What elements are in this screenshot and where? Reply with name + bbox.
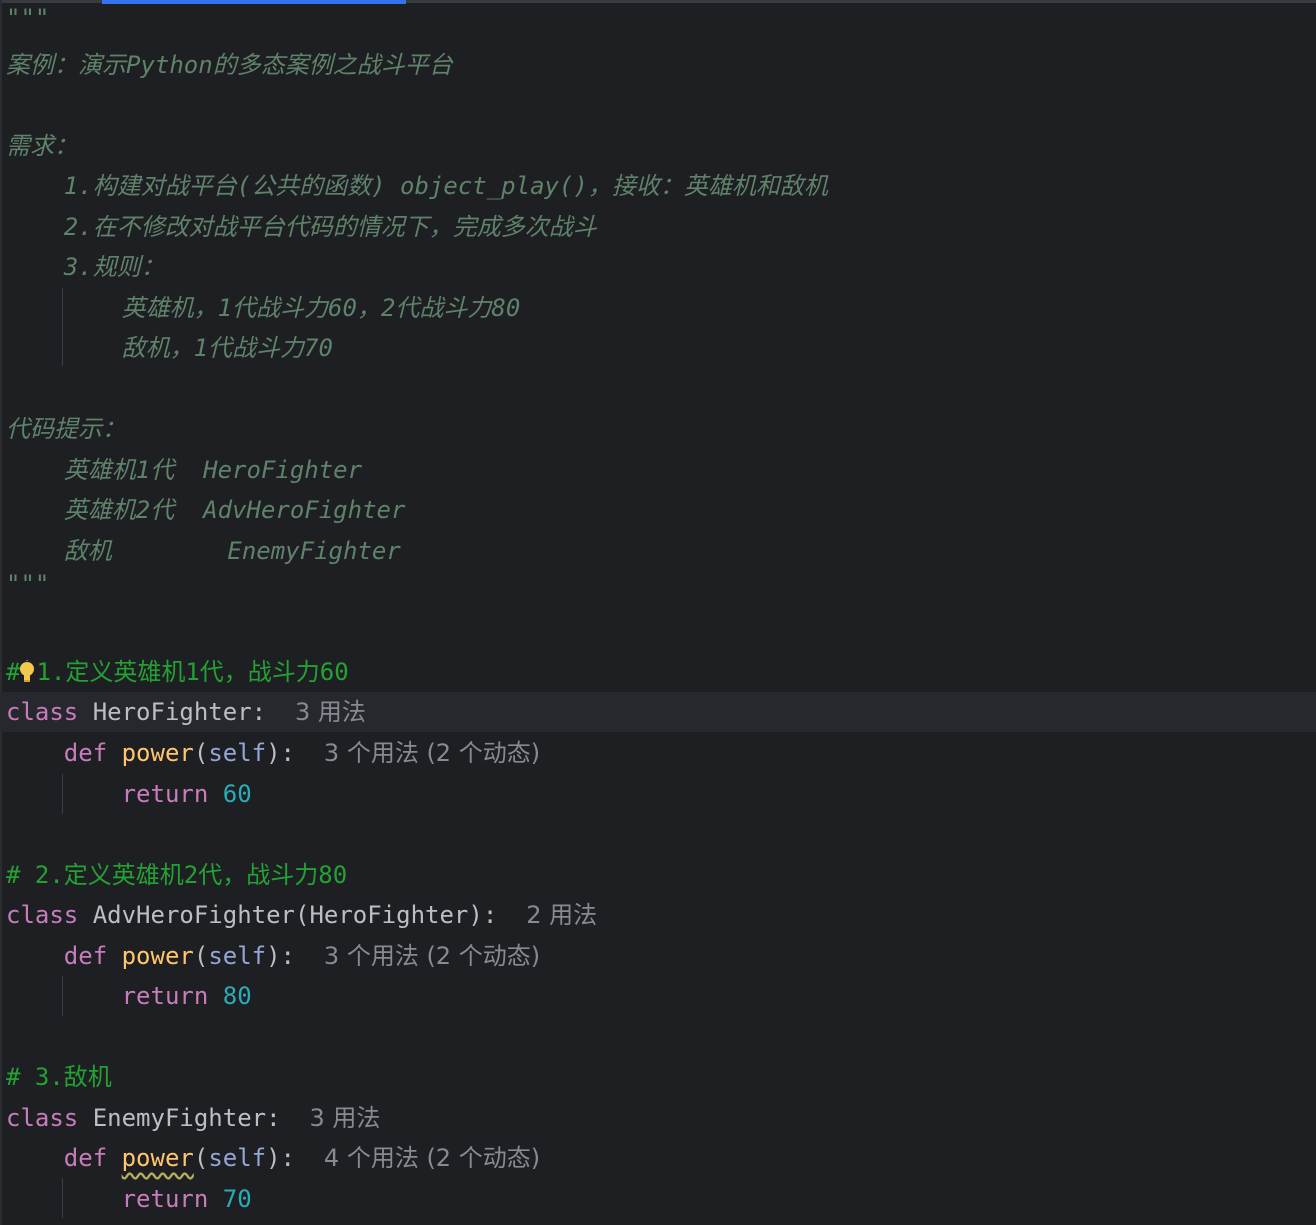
return-line[interactable]: return 80 [6, 976, 252, 1016]
docstring-open[interactable]: """ [6, 0, 49, 38]
docstring-req-1[interactable]: 1.构建对战平台(公共的函数) object_play()，接收：英雄机和敌机 [6, 166, 828, 206]
paren-close: ): [266, 739, 296, 767]
docstring-hint-hero1[interactable]: 英雄机1代 HeroFighter [6, 450, 362, 490]
docstring-rule-hero[interactable]: 英雄机，1代战斗力60，2代战斗力80 [6, 288, 521, 328]
code-editor[interactable]: """ 案例：演示Python的多态案例之战斗平台 需求： 1.构建对战平台(公… [0, 0, 1316, 1225]
usage-hint[interactable]: 3 用法 [309, 1104, 380, 1132]
docstring-code-hint[interactable]: 代码提示： [6, 409, 126, 449]
lightbulb-icon[interactable] [18, 660, 36, 684]
return-line[interactable]: return 70 [6, 1179, 252, 1219]
def-keyword: def [63, 942, 108, 970]
paren-close: ): [266, 942, 296, 970]
return-value: 70 [222, 1185, 252, 1213]
function-name: power [121, 942, 194, 970]
docstring-close[interactable]: """ [6, 564, 49, 604]
docstring-hint-hero2[interactable]: 英雄机2代 AdvHeroFighter [6, 490, 406, 530]
paren-open: ( [193, 1144, 209, 1172]
def-power-line[interactable]: def power(self): 3 个用法 (2 个动态) [6, 936, 540, 976]
class-name: AdvHeroFighter(HeroFighter): [78, 901, 498, 929]
usage-hint[interactable]: 2 用法 [526, 901, 597, 929]
class-keyword: class [6, 1104, 79, 1132]
self-param: self [208, 1144, 267, 1172]
docstring-rule-enemy[interactable]: 敌机，1代战斗力70 [6, 328, 333, 368]
docstring-requirements[interactable]: 需求： [6, 126, 78, 166]
usage-hint[interactable]: 3 个用法 (2 个动态) [324, 942, 540, 970]
active-tab-indicator [102, 0, 406, 4]
def-power-line[interactable]: def power(self): 3 个用法 (2 个动态) [6, 733, 540, 773]
class-hero-line[interactable]: class HeroFighter: 3 用法 [6, 692, 366, 732]
class-advhero-line[interactable]: class AdvHeroFighter(HeroFighter): 2 用法 [6, 895, 597, 935]
def-keyword: def [63, 1144, 108, 1172]
paren-open: ( [193, 942, 209, 970]
comment-line-1[interactable]: #1.定义英雄机1代，战斗力60 [6, 652, 349, 692]
self-param: self [208, 942, 267, 970]
paren-close: ): [266, 1144, 296, 1172]
paren-open: ( [193, 739, 209, 767]
class-keyword: class [6, 698, 79, 726]
return-keyword: return [121, 982, 209, 1010]
editor-left-edge [0, 0, 2, 1225]
class-name: HeroFighter: [78, 698, 267, 726]
return-keyword: return [121, 780, 209, 808]
self-param: self [208, 739, 267, 767]
return-value: 60 [222, 780, 252, 808]
docstring-req-3[interactable]: 3.规则： [6, 247, 165, 287]
comment-line-3[interactable]: # 3.敌机 [6, 1057, 112, 1097]
usage-hint[interactable]: 3 个用法 (2 个动态) [324, 739, 540, 767]
function-name-warning: power [121, 1144, 194, 1172]
docstring-req-2[interactable]: 2.在不修改对战平台代码的情况下，完成多次战斗 [6, 207, 597, 247]
class-name: EnemyFighter: [78, 1104, 281, 1132]
return-keyword: return [121, 1185, 209, 1213]
comment-line-2[interactable]: # 2.定义英雄机2代，战斗力80 [6, 855, 347, 895]
comment-text: 1.定义英雄机1代，战斗力60 [36, 658, 349, 686]
return-value: 80 [222, 982, 252, 1010]
class-keyword: class [6, 901, 79, 929]
def-power-line[interactable]: def power(self): 4 个用法 (2 个动态) [6, 1138, 540, 1178]
usage-hint[interactable]: 4 个用法 (2 个动态) [324, 1144, 540, 1172]
docstring-hint-enemy[interactable]: 敌机 EnemyFighter [6, 531, 401, 571]
function-name: power [121, 739, 194, 767]
usage-hint[interactable]: 3 用法 [295, 698, 366, 726]
return-line[interactable]: return 60 [6, 774, 252, 814]
class-enemy-line[interactable]: class EnemyFighter: 3 用法 [6, 1098, 380, 1138]
docstring-title[interactable]: 案例：演示Python的多态案例之战斗平台 [6, 45, 453, 85]
def-keyword: def [63, 739, 108, 767]
